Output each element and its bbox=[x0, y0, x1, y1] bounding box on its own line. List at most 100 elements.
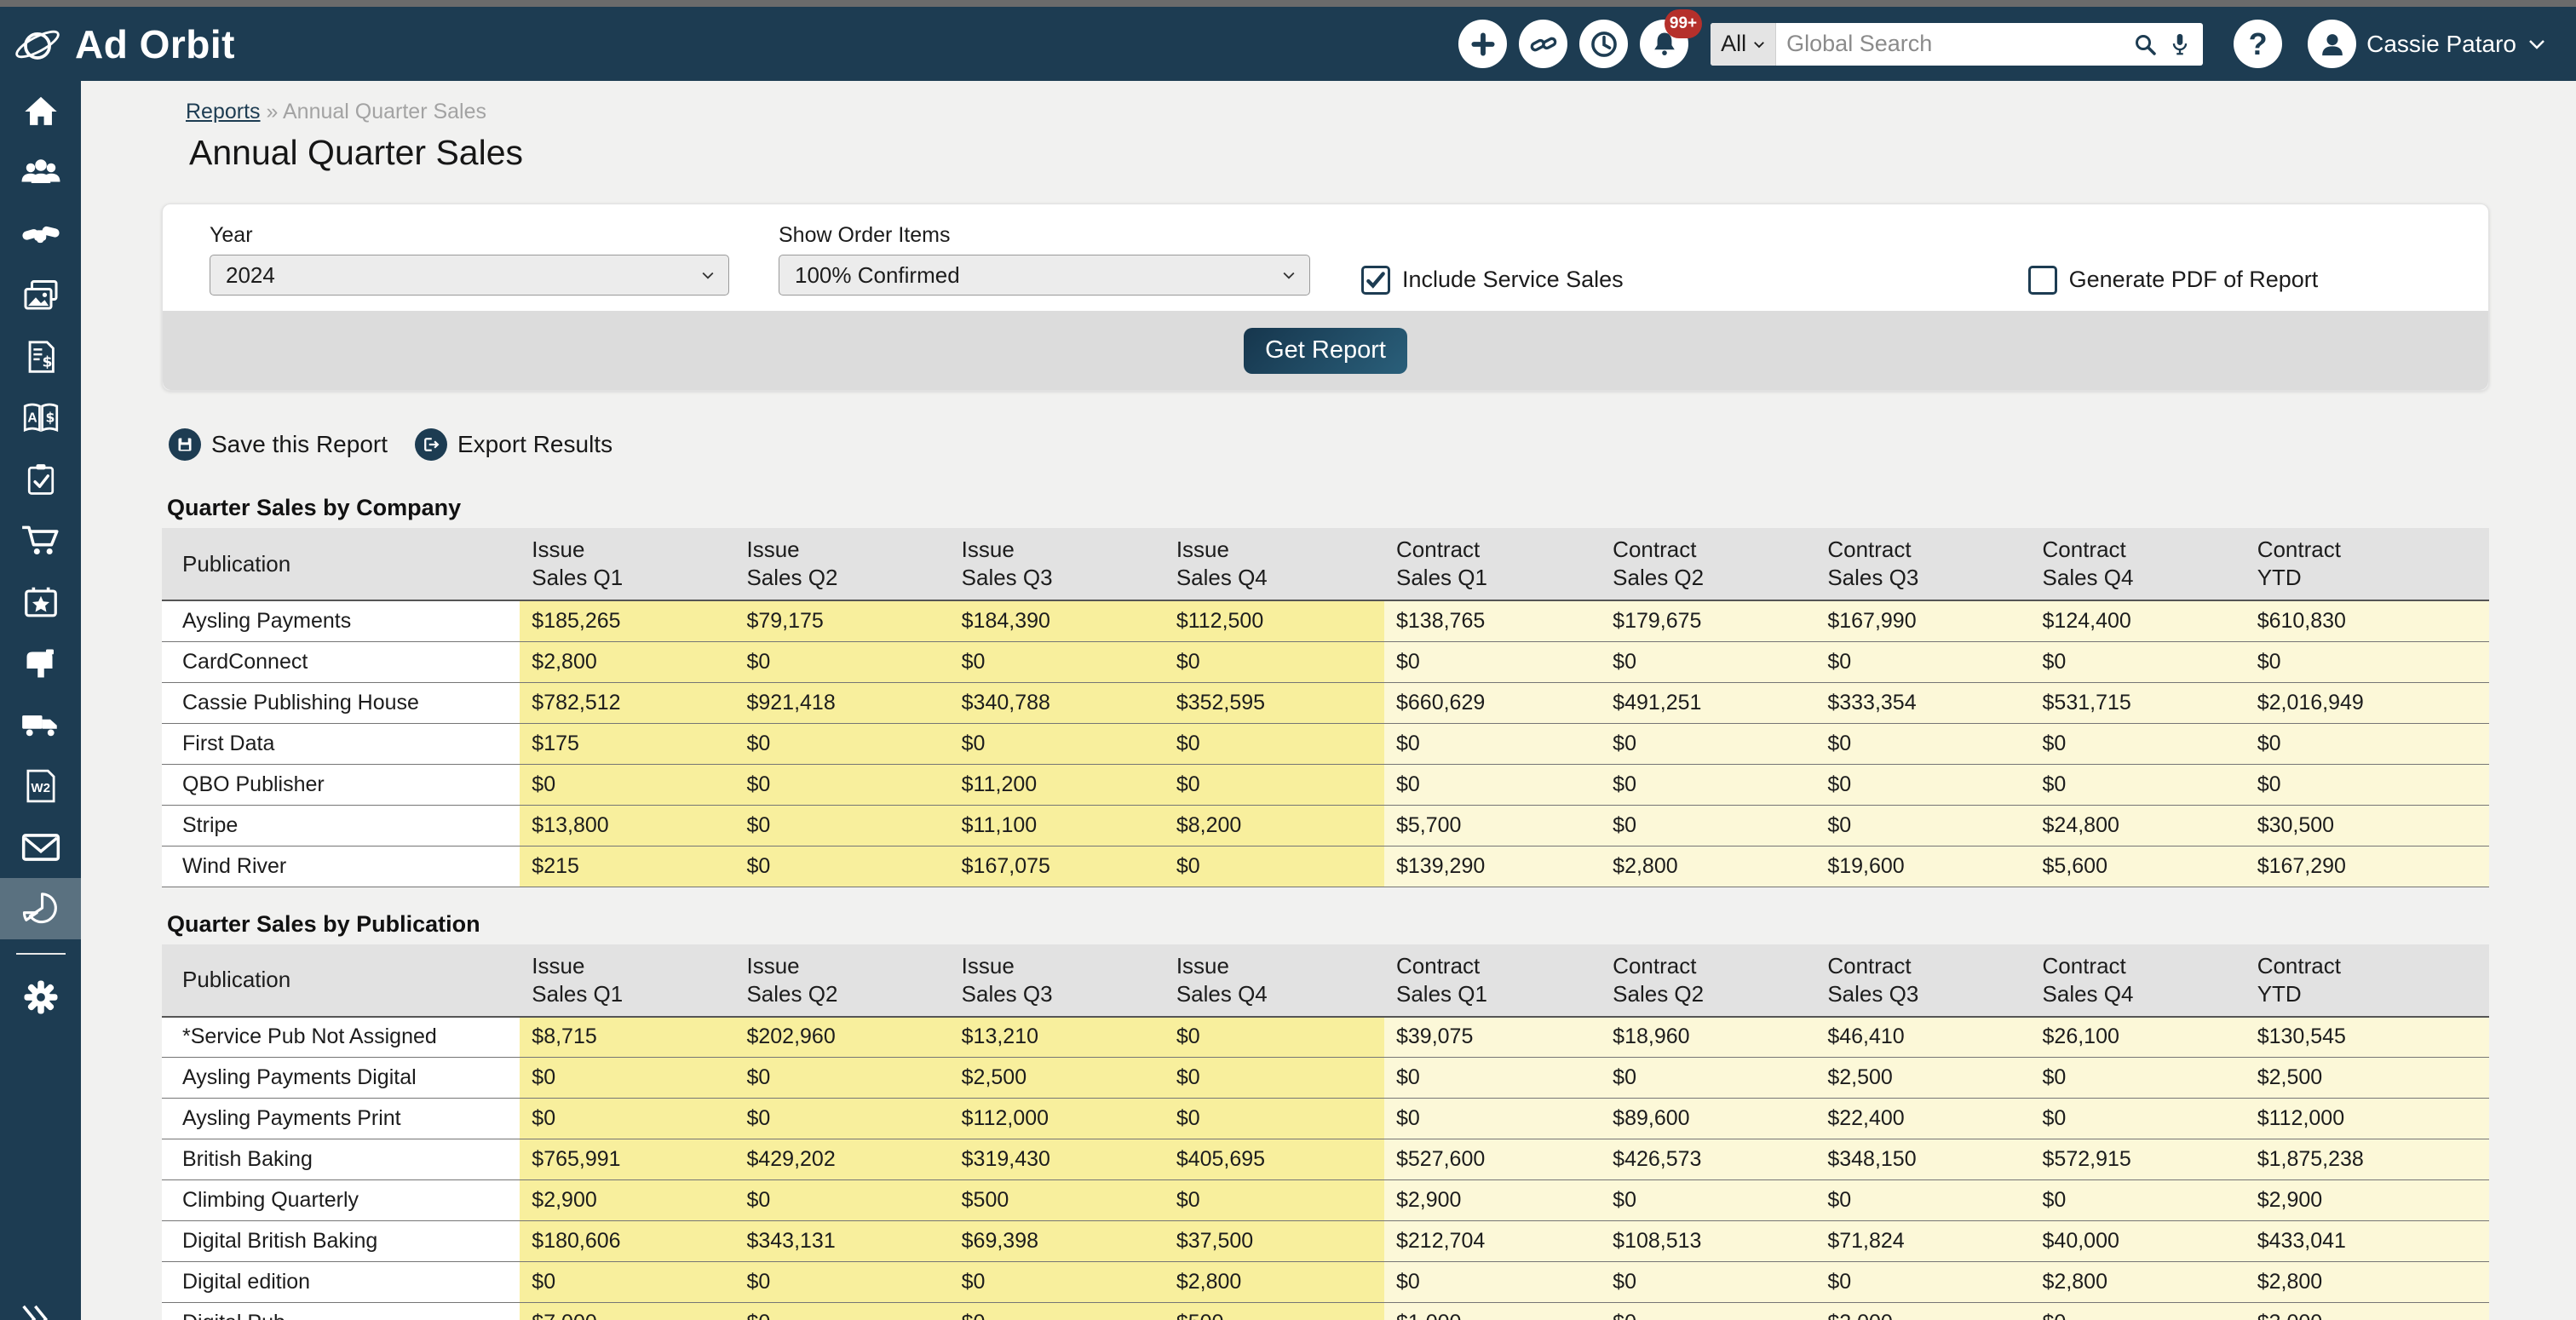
publication-cell: Digital edition bbox=[162, 1261, 520, 1303]
sidebar-item-contacts[interactable] bbox=[0, 142, 81, 204]
value-cell: $215 bbox=[520, 846, 735, 887]
sidebar-item-ad-price-book[interactable]: A $ bbox=[0, 387, 81, 449]
report-table: Publication Issue Sales Q1 Issue Sales Q2 Iss… bbox=[162, 528, 2489, 887]
value-cell: $352,595 bbox=[1164, 682, 1384, 724]
table-row: Digital Pub$7,000$0$0$500$1,000$0$2,000$… bbox=[162, 1302, 2489, 1320]
value-cell: $491,251 bbox=[1601, 682, 1816, 724]
value-cell: $0 bbox=[949, 641, 1164, 683]
svg-text:W2: W2 bbox=[31, 781, 50, 795]
sidebar-item-store[interactable] bbox=[0, 510, 81, 571]
year-label: Year bbox=[210, 223, 253, 247]
column-header: Issue Sales Q2 bbox=[734, 944, 950, 1018]
search-scope-select[interactable]: All bbox=[1711, 22, 1777, 66]
column-header: Issue Sales Q4 bbox=[1164, 944, 1384, 1018]
report-filter-panel: Year 2024 Show Order Items 100% Confirme… bbox=[162, 204, 2489, 391]
quick-links-button[interactable] bbox=[1519, 20, 1568, 68]
publication-cell: Stripe bbox=[162, 805, 520, 847]
sidebar-item-email[interactable] bbox=[0, 817, 81, 878]
cart-icon bbox=[21, 525, 59, 555]
value-cell: $0 bbox=[1164, 1098, 1384, 1139]
include-service-sales-option[interactable]: Include Service Sales bbox=[1361, 265, 1624, 295]
w2-document-icon: W2 bbox=[26, 769, 55, 803]
sidebar-item-tasks[interactable] bbox=[0, 449, 81, 510]
sidebar-item-reports[interactable] bbox=[0, 878, 81, 939]
microphone-icon[interactable] bbox=[2167, 31, 2193, 58]
table-row: *Service Pub Not Assigned $8,715 $202,960 $… bbox=[162, 1016, 2489, 1058]
value-cell: $2,800 bbox=[2245, 1261, 2489, 1303]
price-book-icon: A $ bbox=[23, 403, 58, 433]
save-report-link[interactable]: Save this Report bbox=[169, 428, 388, 461]
value-cell: $185,265 bbox=[520, 600, 735, 642]
sidebar: $ A $ W2 bbox=[0, 81, 81, 1320]
column-header: Contract Sales Q3 bbox=[1815, 528, 2031, 601]
gear-icon bbox=[24, 980, 57, 1014]
column-header: Contract YTD bbox=[2245, 528, 2489, 601]
value-cell: $2,000 bbox=[1815, 1302, 2031, 1320]
generate-pdf-checkbox[interactable] bbox=[2027, 265, 2057, 295]
search-icon[interactable] bbox=[2131, 31, 2159, 58]
value-cell: $2,900 bbox=[1384, 1179, 1601, 1221]
generate-pdf-option[interactable]: Generate PDF of Report bbox=[2027, 265, 2318, 295]
export-results-label: Export Results bbox=[457, 431, 613, 457]
avatar[interactable] bbox=[2308, 20, 2357, 68]
images-icon bbox=[24, 280, 57, 310]
value-cell: $0 bbox=[734, 1098, 950, 1139]
value-cell: $5,700 bbox=[1384, 805, 1601, 847]
sidebar-item-invoices[interactable]: $ bbox=[0, 326, 81, 387]
value-cell: $112,000 bbox=[2245, 1098, 2489, 1139]
value-cell: $108,513 bbox=[1601, 1220, 1816, 1262]
publication-cell: British Baking bbox=[162, 1139, 520, 1180]
value-cell: $343,131 bbox=[734, 1220, 950, 1262]
value-cell: $2,900 bbox=[520, 1179, 735, 1221]
value-cell: $2,800 bbox=[1601, 846, 1816, 887]
value-cell: $429,202 bbox=[734, 1139, 950, 1180]
column-header: Contract YTD bbox=[2245, 944, 2489, 1018]
value-cell: $0 bbox=[2030, 1302, 2245, 1320]
value-cell: $0 bbox=[2030, 1098, 2245, 1139]
search-input[interactable] bbox=[1786, 31, 2124, 57]
column-header: Contract Sales Q2 bbox=[1601, 528, 1816, 601]
history-button[interactable] bbox=[1579, 20, 1629, 68]
include-service-sales-checkbox[interactable] bbox=[1361, 265, 1390, 295]
sidebar-item-home[interactable] bbox=[0, 81, 81, 142]
value-cell: $0 bbox=[1601, 805, 1816, 847]
show-order-items-select[interactable]: 100% Confirmed bbox=[779, 255, 1310, 296]
sidebar-item-media-library[interactable] bbox=[0, 265, 81, 326]
sidebar-item-logistics[interactable] bbox=[0, 694, 81, 755]
value-cell: $0 bbox=[949, 1302, 1164, 1320]
value-cell: $0 bbox=[1384, 641, 1601, 683]
breadcrumb-reports-link[interactable]: Reports bbox=[186, 100, 261, 123]
sidebar-item-settings[interactable] bbox=[0, 967, 81, 1028]
value-cell: $0 bbox=[734, 641, 950, 683]
user-menu[interactable]: Cassie Pataro bbox=[2308, 20, 2547, 68]
export-results-link[interactable]: Export Results bbox=[415, 428, 612, 461]
value-cell: $139,290 bbox=[1384, 846, 1601, 887]
value-cell: $2,500 bbox=[1815, 1057, 2031, 1099]
sidebar-divider bbox=[15, 953, 66, 955]
value-cell: $167,075 bbox=[949, 846, 1164, 887]
value-cell: $921,418 bbox=[734, 682, 950, 724]
notifications-button[interactable]: 99+ bbox=[1640, 9, 1703, 68]
sidebar-item-partnerships[interactable] bbox=[0, 204, 81, 265]
value-cell: $0 bbox=[734, 846, 950, 887]
sidebar-item-events[interactable] bbox=[0, 571, 81, 633]
help-button[interactable]: ? bbox=[2234, 20, 2283, 68]
get-report-button[interactable]: Get Report bbox=[1244, 327, 1407, 374]
save-icon bbox=[169, 428, 201, 461]
sidebar-item-w2-forms[interactable]: W2 bbox=[0, 755, 81, 817]
value-cell: $0 bbox=[1815, 723, 2031, 765]
global-search: All bbox=[1711, 22, 2204, 66]
value-cell: $0 bbox=[1601, 764, 1816, 806]
sidebar-item-direct-mail[interactable] bbox=[0, 633, 81, 694]
column-header: Contract Sales Q1 bbox=[1384, 528, 1601, 601]
value-cell: $184,390 bbox=[949, 600, 1164, 642]
value-cell: $180,606 bbox=[520, 1220, 735, 1262]
add-button[interactable] bbox=[1458, 20, 1508, 68]
table-row: Stripe $13,800 $0 $11,100 $8,200 $5,700 $0 $0 $2… bbox=[162, 805, 2489, 847]
year-select[interactable]: 2024 bbox=[210, 255, 729, 296]
value-cell: $179,675 bbox=[1601, 600, 1816, 642]
breadcrumb: Reports » Annual Quarter Sales bbox=[162, 100, 2489, 124]
sidebar-collapse-button[interactable] bbox=[15, 1300, 53, 1320]
table-row: Digital British Baking $180,606 $343,131 $6… bbox=[162, 1220, 2489, 1262]
brand[interactable]: Ad Orbit bbox=[0, 19, 235, 70]
